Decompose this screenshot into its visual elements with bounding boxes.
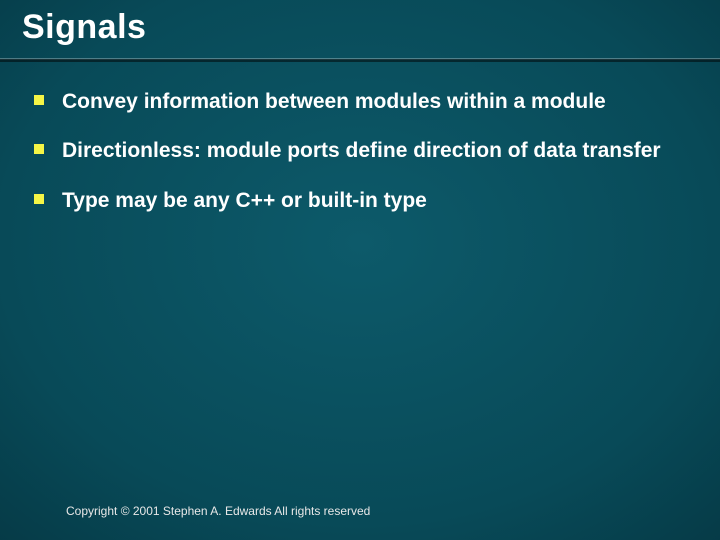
bullet-icon [34, 95, 44, 105]
slide-body: Convey information between modules withi… [30, 88, 680, 236]
copyright-footer: Copyright © 2001 Stephen A. Edwards All … [66, 504, 370, 518]
title-divider [0, 58, 720, 60]
list-item: Type may be any C++ or built-in type [30, 187, 680, 214]
bullet-text: Type may be any C++ or built-in type [62, 187, 427, 214]
slide-title: Signals [22, 8, 146, 47]
bullet-icon [34, 144, 44, 154]
bullet-icon [34, 194, 44, 204]
list-item: Convey information between modules withi… [30, 88, 680, 115]
bullet-text: Convey information between modules withi… [62, 88, 606, 115]
bullet-text: Directionless: module ports define direc… [62, 137, 661, 164]
list-item: Directionless: module ports define direc… [30, 137, 680, 164]
